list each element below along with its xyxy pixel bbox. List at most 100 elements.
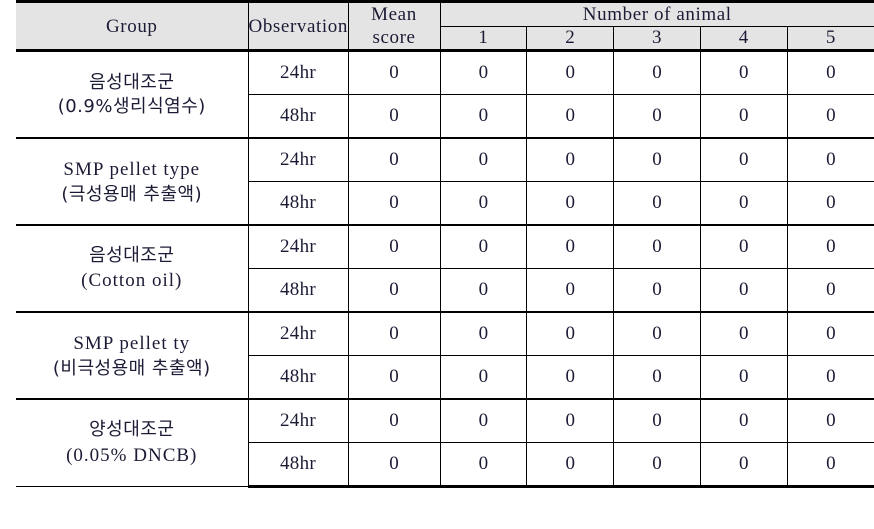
animal-score-cell-3: 0 (613, 268, 701, 313)
mean-score-cell: 0 (347, 137, 441, 183)
column-header-number-of-animal-label: Number of animal (582, 4, 732, 26)
animal-score-cell-5: 0 (786, 268, 874, 313)
animal-score-cell-5: 0 (786, 181, 874, 226)
animal-score-cell-5: 0 (786, 311, 874, 357)
animal-score-cell-3: 0 (613, 181, 701, 226)
column-header-animal-2-label: 2 (565, 27, 576, 49)
animal-score-cell-5: 0 (786, 355, 874, 400)
group-name-cell: 양성대조군 (0.05% DNCB) (16, 398, 249, 488)
mean-score-cell: 0 (347, 224, 441, 270)
animal-score-cell-1: 0 (439, 311, 528, 357)
animal-score-cell-5: 0 (786, 224, 874, 270)
table-container: Group Observation Mean score Number of a… (0, 0, 874, 529)
observation-cell: 48hr (248, 355, 349, 400)
observation-cell: 24hr (247, 311, 349, 357)
group-name-line2: (0.05% DNCB) (66, 444, 198, 466)
mean-score-cell: 0 (347, 355, 441, 400)
table-row: 음성대조군 (Cotton oil) 24hr 0 0 0 0 0 0 (16, 224, 874, 313)
animal-score-cell-1: 0 (439, 398, 528, 444)
animal-score-cell-2: 0 (526, 181, 615, 226)
column-header-animal-4: 4 (699, 26, 788, 53)
animal-score-cell-5: 0 (786, 94, 874, 139)
animal-score-cell-4: 0 (699, 268, 788, 313)
column-header-animal-5-label: 5 (825, 27, 836, 49)
animal-score-cell-3: 0 (613, 50, 701, 96)
animal-score-cell-4: 0 (699, 311, 788, 357)
column-header-mean-score: Mean score (347, 0, 441, 53)
mean-score-cell: 0 (347, 311, 441, 357)
observation-cell: 24hr (247, 50, 349, 96)
column-header-mean-score-line1: Mean (371, 4, 417, 25)
animal-score-cell-4: 0 (699, 94, 788, 139)
animal-score-cell-5: 0 (786, 442, 874, 489)
column-header-animal-1: 1 (440, 26, 528, 53)
mean-score-cell: 0 (347, 398, 441, 444)
mean-score-cell: 0 (347, 181, 441, 226)
animal-score-cell-4: 0 (699, 224, 788, 270)
group-name-cell: SMP pellet type (극성용매 추출액) (16, 137, 249, 226)
animal-score-cell-1: 0 (439, 268, 528, 313)
animal-score-cell-5: 0 (786, 50, 874, 96)
table-row: 음성대조군 (0.9%생리식염수) 24hr 0 0 0 0 0 0 (16, 50, 874, 139)
animal-score-cell-3: 0 (613, 224, 701, 270)
animal-score-cell-2: 0 (526, 137, 615, 183)
animal-score-cell-2: 0 (526, 355, 615, 400)
group-name-cell: 음성대조군 (0.9%생리식염수) (16, 50, 249, 139)
observation-cell: 48hr (248, 94, 349, 139)
group-name-line2: (비극성용매 추출액) (52, 357, 211, 379)
animal-score-cell-2: 0 (526, 94, 615, 139)
animal-score-cell-2: 0 (526, 50, 615, 96)
column-header-animal-3-label: 3 (651, 27, 662, 49)
observation-cell: 24hr (247, 398, 349, 444)
column-header-number-of-animal: Number of animal (439, 0, 874, 28)
table-row: 양성대조군 (0.05% DNCB) 24hr 0 0 0 0 0 0 (16, 398, 874, 488)
table-row: SMP pellet type (극성용매 추출액) 24hr 0 0 0 0 0 0 (16, 137, 874, 226)
table-body: 음성대조군 (0.9%생리식염수) 24hr 0 0 0 0 0 0 48hr 0 0 0 0 0 0 SMP … (16, 50, 874, 489)
animal-score-cell-2: 0 (526, 442, 615, 489)
animal-score-cell-1: 0 (439, 442, 528, 489)
animal-score-cell-1: 0 (439, 94, 528, 139)
animal-score-cell-4: 0 (699, 50, 788, 96)
animal-score-cell-3: 0 (613, 137, 701, 183)
group-name-line1: 양성대조군 (89, 419, 175, 441)
animal-score-cell-1: 0 (439, 137, 528, 183)
mean-score-cell: 0 (347, 94, 441, 139)
animal-score-cell-3: 0 (613, 94, 701, 139)
group-name-line1: SMP pellet type (63, 158, 201, 180)
table-header: Group Observation Mean score Number of a… (16, 0, 874, 53)
animal-score-cell-5: 0 (786, 398, 874, 444)
animal-score-cell-2: 0 (526, 224, 615, 270)
observation-cell: 48hr (248, 181, 349, 226)
table-row: SMP pellet ty (비극성용매 추출액) 24hr 0 0 0 0 0 0 (16, 311, 874, 400)
observation-cell: 48hr (248, 268, 349, 313)
group-name-line2: (극성용매 추출액) (61, 183, 203, 205)
animal-score-cell-1: 0 (439, 50, 528, 96)
animal-score-cell-3: 0 (613, 442, 701, 489)
group-name-line1: 음성대조군 (89, 71, 175, 93)
column-header-animal-2: 2 (526, 26, 615, 53)
group-name-line1: SMP pellet ty (73, 332, 191, 354)
animal-score-cell-1: 0 (439, 355, 528, 400)
animal-score-cell-2: 0 (526, 268, 615, 313)
group-name-cell: 음성대조군 (Cotton oil) (16, 224, 249, 313)
mean-score-cell: 0 (347, 442, 441, 489)
column-header-group-label: Group (105, 15, 158, 37)
animal-score-cell-4: 0 (699, 398, 788, 444)
column-header-observation: Observation (247, 0, 349, 53)
animal-score-cell-4: 0 (699, 181, 788, 226)
column-header-mean-score-line2: score (372, 27, 416, 49)
group-name-line2: (Cotton oil) (81, 270, 183, 292)
mean-score-cell: 0 (347, 268, 441, 313)
animal-score-cell-4: 0 (699, 137, 788, 183)
column-header-observation-label: Observation (248, 15, 348, 37)
column-header-animal-5: 5 (786, 26, 874, 53)
column-header-animal-4-label: 4 (738, 27, 749, 49)
animal-score-cell-2: 0 (526, 311, 615, 357)
animal-score-cell-5: 0 (786, 137, 874, 183)
animal-score-cell-2: 0 (526, 398, 615, 444)
observation-cell: 24hr (247, 137, 349, 183)
mean-score-cell: 0 (347, 50, 441, 96)
animal-score-cell-4: 0 (699, 355, 788, 400)
header-row-top: Group Observation Mean score Number of a… (16, 0, 874, 53)
column-header-animal-1-label: 1 (478, 27, 489, 49)
